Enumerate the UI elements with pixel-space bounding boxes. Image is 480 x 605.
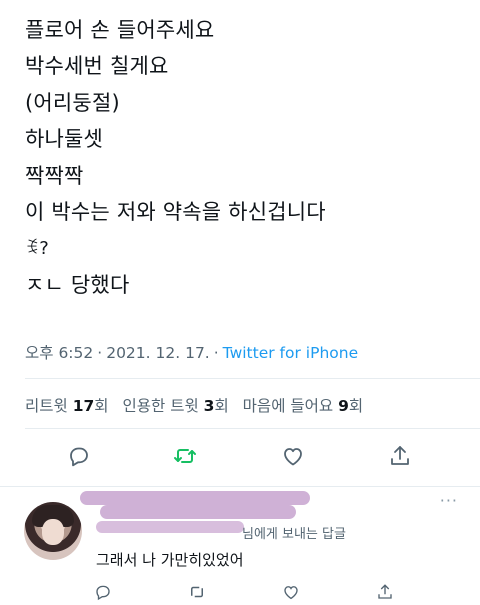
avatar-face bbox=[42, 519, 64, 545]
tweet-stats: 리트윗 17회 인용한 트윗 3회 마음에 들어요 9회 bbox=[25, 394, 372, 416]
reply-tweet[interactable]: ··· 님에게 보내는 답글 그래서 나 가만히있었어 bbox=[0, 487, 480, 601]
meta-separator: · bbox=[213, 344, 219, 362]
tweet-source-link[interactable]: Twitter for iPhone bbox=[223, 344, 358, 362]
tweet-line-3: (어리둥절) bbox=[25, 90, 120, 115]
replying-to: 님에게 보내는 답글 bbox=[96, 523, 346, 542]
likes-stat[interactable]: 마음에 들어요 9회 bbox=[243, 397, 364, 415]
tweet-body: 플로어 손 들어주세요 박수세번 칠게요 (어리둥절) 하나둘셋 짝짝짝 이 박… bbox=[25, 16, 326, 307]
tweet-meta: 오후 6:52 · 2021. 12. 17. · Twitter for iPhone bbox=[25, 341, 358, 363]
reply-icon bbox=[70, 447, 88, 467]
share-icon bbox=[378, 584, 392, 599]
likes-count: 9 bbox=[338, 397, 349, 415]
reply-like-button[interactable] bbox=[282, 583, 302, 603]
tweet-date[interactable]: 2021. 12. 17. bbox=[106, 344, 210, 362]
reply-retweet-button[interactable] bbox=[188, 583, 208, 603]
tweet-actions bbox=[0, 441, 480, 471]
retweets-count: 17 bbox=[72, 397, 95, 415]
retweets-stat[interactable]: 리트윗 17회 bbox=[25, 397, 109, 415]
avatar[interactable] bbox=[24, 502, 82, 560]
tweet-line-2: 박수세번 칠게요 bbox=[25, 54, 169, 79]
redacted-name bbox=[80, 491, 310, 505]
retweets-label: 리트윗 bbox=[25, 397, 68, 415]
quotes-unit: 회 bbox=[214, 397, 229, 415]
reply-icon bbox=[96, 585, 110, 601]
more-options-icon[interactable]: ··· bbox=[440, 491, 458, 510]
quotes-stat[interactable]: 인용한 트윗 3회 bbox=[123, 397, 229, 415]
tweet-line-5: 짝짝짝 bbox=[25, 163, 84, 188]
retweet-icon bbox=[191, 586, 203, 598]
divider bbox=[25, 378, 480, 379]
meta-separator: · bbox=[97, 344, 103, 362]
tweet-line-7: ꉂ? bbox=[25, 238, 50, 260]
share-button[interactable] bbox=[385, 441, 415, 471]
like-icon bbox=[284, 586, 298, 600]
replying-to-label: 님에게 보내는 답글 bbox=[242, 527, 346, 542]
tweet-line-1: 플로어 손 들어주세요 bbox=[25, 18, 215, 42]
like-icon bbox=[284, 448, 302, 466]
divider bbox=[25, 428, 480, 429]
quotes-label: 인용한 트윗 bbox=[122, 397, 199, 415]
tweet-time[interactable]: 오후 6:52 bbox=[25, 344, 93, 362]
retweets-unit: 회 bbox=[94, 397, 109, 415]
reply-button[interactable] bbox=[64, 441, 94, 471]
quotes-count: 3 bbox=[203, 397, 215, 415]
likes-unit: 회 bbox=[348, 397, 364, 415]
redacted-handle bbox=[100, 505, 296, 519]
likes-label: 마음에 들어요 bbox=[242, 397, 334, 415]
reply-actions bbox=[96, 583, 456, 601]
tweet-line-6: 이 박수는 저와 약속을 하신겁니다 bbox=[25, 199, 326, 224]
like-button[interactable] bbox=[278, 441, 308, 471]
reply-text: 그래서 나 가만히있었어 bbox=[96, 551, 244, 569]
reply-reply-button[interactable] bbox=[94, 583, 114, 603]
tweet-line-8: ㅈㄴ 당했다 bbox=[25, 272, 130, 297]
share-icon bbox=[391, 446, 409, 465]
retweet-button[interactable] bbox=[170, 441, 200, 471]
tweet-line-4: 하나둘셋 bbox=[25, 127, 104, 152]
reply-share-button[interactable] bbox=[376, 583, 396, 603]
retweet-icon bbox=[174, 449, 196, 463]
